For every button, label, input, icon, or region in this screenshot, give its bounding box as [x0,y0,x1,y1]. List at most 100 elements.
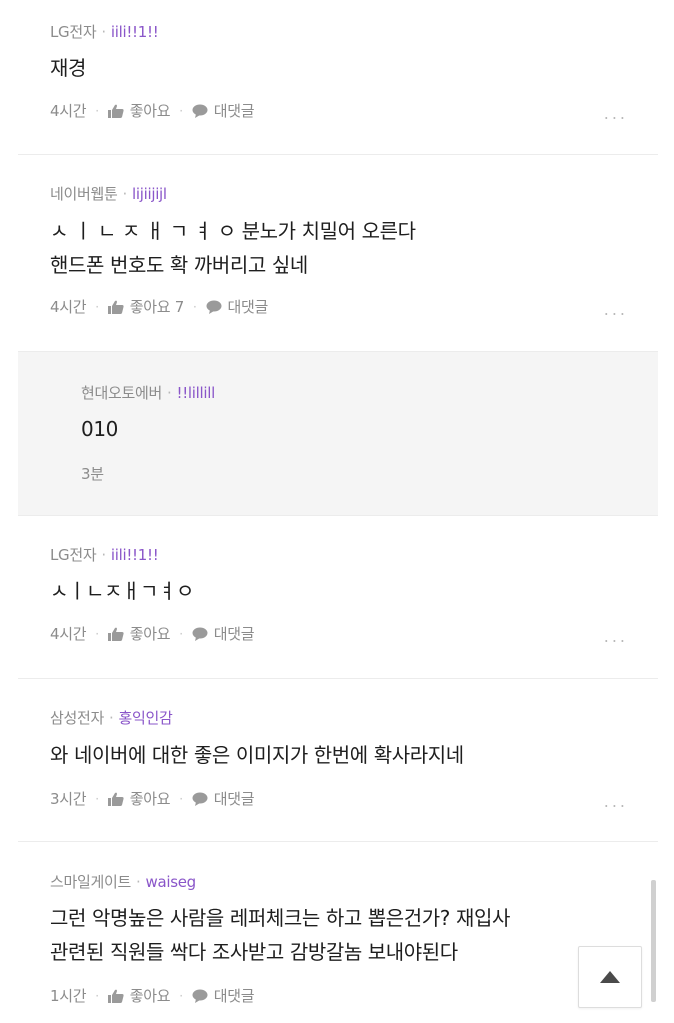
comment-body: ㅅ ㅣ ㄴ ㅈ ㅐ ㄱ ㅕ ㅇ 분노가 치밀어 오른다 핸드폰 번호도 확 까버… [50,214,416,282]
reply-button[interactable]: 대댓글 [192,985,255,1006]
separator-dot: · [95,791,99,806]
scrollbar-thumb[interactable] [651,880,656,1002]
comment-item: 네이버웹툰 · lijiijijl ㅅ ㅣ ㄴ ㅈ ㅐ ㄱ ㅕ ㅇ 분노가 치밀… [18,155,658,352]
speech-bubble-icon [192,792,208,806]
more-options-button[interactable]: ... [604,627,628,646]
comment-time: 4시간 [50,625,87,643]
caret-up-icon [600,971,620,983]
nickname-link[interactable]: 홍익인감 [118,707,172,728]
comment-footer: 3분 [81,463,104,484]
speech-bubble-icon [192,627,208,641]
like-label: 좋아요 7 [129,298,185,316]
reply-label: 대댓글 [213,625,255,643]
reply-button[interactable]: 대댓글 [192,623,255,644]
separator-dot: · [95,988,99,1003]
company-name: 스마일게이트 [50,873,132,891]
comment-meta: LG전자 · iili!!1!! [50,21,159,42]
separator-dot: · [136,872,141,891]
thumbs-up-icon [107,627,124,641]
company-name: LG전자 [50,23,97,41]
company-name: 네이버웹툰 [50,185,118,203]
nickname-link[interactable]: iili!!1!! [111,23,159,41]
reply-button[interactable]: 대댓글 [192,100,255,121]
like-button[interactable]: 좋아요 [107,788,171,809]
comment-time: 3시간 [50,790,87,808]
separator-dot: · [167,383,172,402]
separator-dot: · [101,545,106,564]
comment-time: 3분 [81,465,104,483]
reply-button[interactable]: 대댓글 [192,788,255,809]
company-name: 삼성전자 [50,709,105,727]
thumbs-up-icon [107,989,124,1003]
separator-dot: · [101,22,106,41]
separator-dot: · [179,103,183,118]
comment-time: 1시간 [50,987,87,1005]
comment-item: 스마일게이트 · waiseg 그런 악명높은 사람을 레퍼체크는 하고 뽑은건… [18,842,658,1023]
separator-dot: · [179,988,183,1003]
comment-list: LG전자 · iili!!1!! 재경 4시간 · 좋아요 · 대댓글 ... … [18,0,658,1023]
like-label: 좋아요 [129,625,171,643]
thumbs-up-icon [107,104,124,118]
separator-dot: · [179,791,183,806]
comment-footer: 4시간 · 좋아요 · 대댓글 [50,100,255,121]
comment-feed-screen: LG전자 · iili!!1!! 재경 4시간 · 좋아요 · 대댓글 ... … [0,0,674,1023]
comment-body: 010 [81,412,118,446]
comment-meta: 네이버웹툰 · lijiijijl [50,183,167,204]
comment-item: LG전자 · iili!!1!! ㅅㅣㄴㅈㅐㄱㅕㅇ 4시간 · 좋아요 · 대댓… [18,516,658,679]
comment-meta: 현대오토에버 · !!lillill [81,382,215,403]
like-button[interactable]: 좋아요 [107,100,171,121]
nickname-link[interactable]: lijiijijl [132,185,167,203]
separator-dot: · [95,626,99,641]
thumbs-up-icon [107,792,124,806]
separator-dot: · [95,103,99,118]
comment-footer: 4시간 · 좋아요 7 · 대댓글 [50,296,268,317]
separator-dot: · [95,299,99,314]
like-button[interactable]: 좋아요 [107,623,171,644]
comment-text-line: 관련된 직원들 싹다 조사받고 감방갈놈 보내야된다 [50,940,458,964]
more-options-button[interactable]: ... [604,104,628,123]
comment-body: 재경 [50,51,86,85]
nickname-link[interactable]: waiseg [145,873,196,891]
comment-text-line: 그런 악명높은 사람을 레퍼체크는 하고 뽑은건가? 재입사 [50,906,510,930]
reply-label: 대댓글 [227,298,269,316]
comment-footer: 3시간 · 좋아요 · 대댓글 [50,788,255,809]
comment-body: 와 네이버에 대한 좋은 이미지가 한번에 확사라지네 [50,738,464,772]
comment-text-line: 재경 [50,56,86,80]
like-button[interactable]: 좋아요 [107,985,171,1006]
comment-meta: LG전자 · iili!!1!! [50,544,159,565]
thumbs-up-icon [107,300,124,314]
company-name: LG전자 [50,546,97,564]
speech-bubble-icon [206,300,221,314]
separator-dot: · [122,184,128,203]
separator-dot: · [109,708,114,727]
comment-footer: 1시간 · 좋아요 · 대댓글 [50,985,255,1006]
nickname-link[interactable]: !!lillill [176,384,215,402]
comment-body: ㅅㅣㄴㅈㅐㄱㅕㅇ [50,574,194,608]
comment-text-line: 010 [81,417,118,441]
comment-body: 그런 악명높은 사람을 레퍼체크는 하고 뽑은건가? 재입사 관련된 직원들 싹… [50,901,510,969]
scroll-to-top-button[interactable] [578,946,642,1008]
comment-text-line: 와 네이버에 대한 좋은 이미지가 한번에 확사라지네 [50,743,464,767]
comment-time: 4시간 [50,102,87,120]
reply-label: 대댓글 [213,102,255,120]
more-options-button[interactable]: ... [604,792,628,811]
reply-label: 대댓글 [213,987,255,1005]
comment-meta: 스마일게이트 · waiseg [50,871,196,892]
reply-button[interactable]: 대댓글 [206,296,269,317]
comment-text-line: ㅅ ㅣ ㄴ ㅈ ㅐ ㄱ ㅕ ㅇ 분노가 치밀어 오른다 [50,219,416,243]
comment-time: 4시간 [50,298,87,316]
comment-footer: 4시간 · 좋아요 · 대댓글 [50,623,255,644]
comment-item: LG전자 · iili!!1!! 재경 4시간 · 좋아요 · 대댓글 ... [18,0,658,155]
more-options-button[interactable]: ... [604,300,628,319]
like-label: 좋아요 [129,102,171,120]
reply-item: 현대오토에버 · !!lillill 010 3분 [18,352,658,516]
like-button[interactable]: 좋아요 7 [107,296,185,317]
speech-bubble-icon [192,104,208,118]
reply-label: 대댓글 [213,790,255,808]
comment-meta: 삼성전자 · 홍익인감 [50,707,173,728]
separator-dot: · [179,626,183,641]
like-label: 좋아요 [129,790,171,808]
comment-text-line: 핸드폰 번호도 확 까버리고 싶네 [50,253,308,277]
nickname-link[interactable]: iili!!1!! [111,546,159,564]
separator-dot: · [192,299,197,314]
